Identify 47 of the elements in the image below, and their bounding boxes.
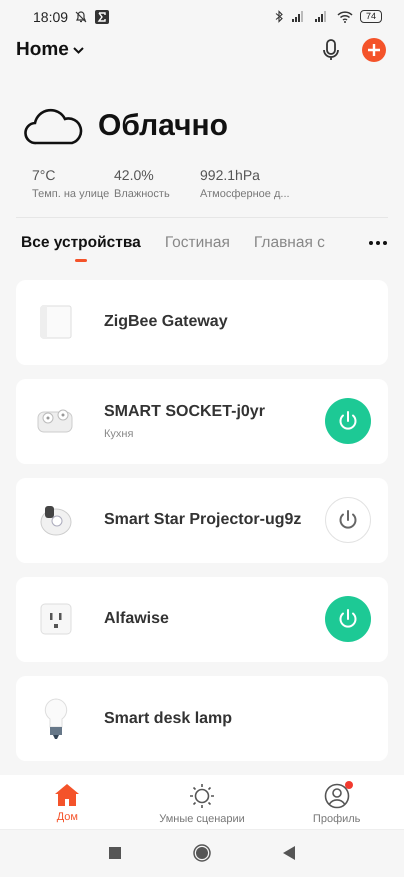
device-card[interactable]: ZigBee Gateway	[16, 280, 388, 365]
app-notification-icon	[95, 10, 110, 24]
power-icon	[338, 410, 358, 432]
alarm-off-icon	[74, 10, 88, 24]
recents-icon[interactable]	[109, 847, 121, 860]
power-button[interactable]	[325, 497, 371, 544]
device-name: SMART SOCKET-j0yr	[104, 402, 266, 421]
battery-indicator: 74	[360, 10, 382, 24]
device-room: Кухня	[104, 428, 134, 440]
device-card[interactable]: Smart Star Projector-ug9z	[16, 478, 388, 563]
power-icon	[338, 509, 358, 532]
nav-tab[interactable]: Умные сценарии	[134, 779, 270, 829]
room-tab[interactable]: Все устройства	[21, 234, 141, 262]
device-name: Alfawise	[104, 610, 170, 628]
device-card[interactable]: SMART SOCKET-j0yr Кухня	[16, 378, 388, 464]
home-icon[interactable]	[193, 844, 211, 862]
weather-value: 7°C	[32, 167, 56, 184]
device-card[interactable]: Smart desk lamp	[16, 676, 388, 762]
chevron-down-icon	[72, 46, 84, 54]
add-button[interactable]	[362, 38, 386, 62]
home-selector[interactable]: Home	[16, 39, 84, 62]
gateway-image	[38, 304, 74, 340]
more-icon[interactable]	[368, 240, 388, 246]
house-icon	[54, 783, 80, 808]
device-name: Smart Star Projector-ug9z	[104, 511, 302, 530]
wifi-icon	[337, 10, 353, 23]
weather-label: Темп. на улице	[32, 188, 110, 200]
power-icon	[338, 608, 358, 630]
microphone-icon[interactable]	[322, 39, 340, 62]
status-time: 18:09	[33, 8, 68, 25]
weather-value: 42.0%	[114, 167, 155, 184]
device-card[interactable]: Alfawise	[16, 576, 388, 662]
bluetooth-icon	[275, 10, 284, 24]
plus-icon	[367, 43, 381, 58]
wall-outlet-image	[39, 602, 73, 636]
nav-tab[interactable]: Профиль	[269, 779, 404, 829]
weather-label: Атмосферное д...	[200, 188, 290, 200]
weather-condition: Облачно	[98, 109, 228, 144]
profile-icon	[324, 783, 350, 810]
sun-icon	[189, 783, 215, 810]
device-name: ZigBee Gateway	[104, 313, 229, 332]
light-bulb-image	[43, 698, 69, 740]
device-name: Smart desk lamp	[104, 710, 234, 728]
weather-label: Влажность	[114, 188, 171, 200]
weather-value: 992.1hPa	[200, 167, 261, 184]
cloud-icon	[24, 107, 84, 146]
back-icon[interactable]	[283, 846, 295, 860]
